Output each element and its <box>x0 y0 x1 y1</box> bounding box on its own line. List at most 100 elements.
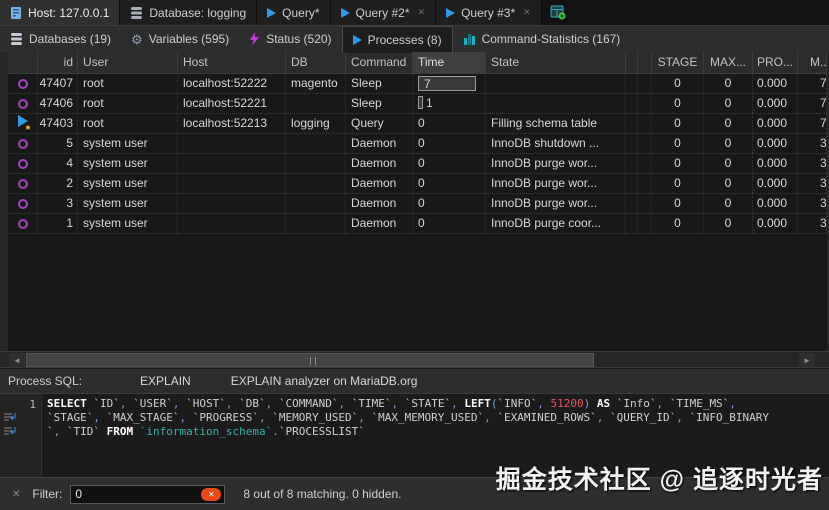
scrollbar-thumb[interactable] <box>26 353 594 367</box>
cell-stage: 0 <box>652 74 704 93</box>
cell-user: system user <box>78 194 178 213</box>
cell-empty-2 <box>638 134 652 153</box>
cell-db <box>286 134 346 153</box>
tab-query-1-label: Query* <box>282 6 319 20</box>
play-icon <box>446 8 455 18</box>
table-row[interactable]: 3system userDaemon0InnoDB purge wor...00… <box>8 194 827 214</box>
cell-progress: 0.000 <box>753 154 798 173</box>
cell-time: 0 <box>413 214 486 233</box>
column-header-max-stage[interactable]: MAX... <box>704 52 753 73</box>
cell-progress: 0.000 <box>753 194 798 213</box>
cell-progress: 0.000 <box>753 94 798 113</box>
cell-user: system user <box>78 134 178 153</box>
cell-id: 47406 <box>38 94 78 113</box>
cell-memory: 3 <box>798 194 827 213</box>
main-tab-bar: Host: 127.0.0.1 Database: logging Query*… <box>0 0 829 25</box>
database-icon <box>130 7 143 19</box>
table-row[interactable]: 47406rootlocalhost:52221Sleep1000.0007 <box>8 94 827 114</box>
cell-host: localhost:52222 <box>178 74 286 93</box>
cell-host <box>178 194 286 213</box>
cell-state: InnoDB purge wor... <box>486 194 626 213</box>
tab-query-1[interactable]: Query* <box>257 0 330 25</box>
editor-code[interactable]: SELECT `ID`, `USER`, `HOST`, `DB`, `COMM… <box>42 394 769 477</box>
tab-command-statistics[interactable]: Command-Statistics (167) <box>453 26 631 53</box>
close-tab-icon[interactable]: ✕ <box>418 7 426 18</box>
scroll-left-arrow-icon[interactable]: ◄ <box>9 353 25 367</box>
table-row[interactable]: 1system userDaemon0InnoDB purge coor...0… <box>8 214 827 234</box>
column-header-time[interactable]: Time <box>413 52 486 73</box>
cell-empty-2 <box>638 74 652 93</box>
column-header-stage[interactable]: STAGE <box>652 52 704 73</box>
grid-header-row: id User Host DB Command Time State STAGE… <box>8 52 827 74</box>
explain-analyzer-link[interactable]: EXPLAIN analyzer on MariaDB.org <box>231 374 418 388</box>
tab-databases[interactable]: Databases (19) <box>0 26 121 53</box>
cell-time: 0 <box>413 134 486 153</box>
column-header-empty-2[interactable] <box>638 52 652 73</box>
horizontal-scrollbar[interactable]: ◄ ► <box>0 351 829 368</box>
filter-clear-button[interactable]: ✕ <box>201 488 221 501</box>
process-type-icon <box>8 214 38 233</box>
cell-max-stage: 0 <box>704 194 753 213</box>
tab-host[interactable]: Host: 127.0.0.1 <box>0 0 120 25</box>
table-row[interactable]: 4system userDaemon0InnoDB purge wor...00… <box>8 154 827 174</box>
cell-command: Daemon <box>346 154 413 173</box>
process-sql-bar: Process SQL: EXPLAIN EXPLAIN analyzer on… <box>0 368 829 393</box>
cell-empty-2 <box>638 154 652 173</box>
tab-processes[interactable]: Processes (8) <box>342 26 453 53</box>
cell-state <box>486 94 626 113</box>
cell-time: 0 <box>413 114 486 133</box>
tab-processes-label: Processes (8) <box>368 33 442 47</box>
new-query-tab-button[interactable] <box>542 0 574 25</box>
cell-progress: 0.000 <box>753 74 798 93</box>
tab-database[interactable]: Database: logging <box>120 0 257 25</box>
cell-user: root <box>78 114 178 133</box>
column-header-memory[interactable]: M... <box>798 52 827 73</box>
table-row[interactable]: 5system userDaemon0InnoDB shutdown ...00… <box>8 134 827 154</box>
tab-status[interactable]: Status (520) <box>239 26 341 53</box>
cell-memory: 3 <box>798 134 827 153</box>
cell-empty-2 <box>638 214 652 233</box>
cell-db: magento <box>286 74 346 93</box>
process-type-icon <box>8 94 38 113</box>
scroll-right-arrow-icon[interactable]: ► <box>799 353 815 367</box>
cell-host <box>178 134 286 153</box>
tab-query-2[interactable]: Query #2* ✕ <box>331 0 437 25</box>
column-header-id[interactable]: id <box>38 52 78 73</box>
cell-time: 7 <box>413 74 486 93</box>
cell-memory: 7 <box>798 94 827 113</box>
column-header-command[interactable]: Command <box>346 52 413 73</box>
column-header-user[interactable]: User <box>78 52 178 73</box>
table-row[interactable]: 2system userDaemon0InnoDB purge wor...00… <box>8 174 827 194</box>
clear-filter-icon[interactable]: ✕ <box>12 489 20 500</box>
tab-variables[interactable]: ⚙ Variables (595) <box>121 26 239 53</box>
table-row[interactable]: 47407rootlocalhost:52222magentoSleep7000… <box>8 74 827 94</box>
cell-state: InnoDB purge coor... <box>486 214 626 233</box>
column-header-empty-1[interactable] <box>626 52 638 73</box>
explain-link[interactable]: EXPLAIN <box>140 374 191 388</box>
bar-chart-icon <box>463 33 476 45</box>
cell-empty-2 <box>638 114 652 133</box>
close-tab-icon[interactable]: ✕ <box>523 7 531 18</box>
cell-db <box>286 94 346 113</box>
table-row[interactable]: ★47403rootlocalhost:52213loggingQuery0Fi… <box>8 114 827 134</box>
cell-time: 0 <box>413 154 486 173</box>
sql-editor[interactable]: 1 SELECT `ID`, `USER`, `HOST`, `DB`, `CO… <box>0 393 829 477</box>
circle-icon <box>18 99 28 109</box>
tab-query-3[interactable]: Query #3* ✕ <box>436 0 542 25</box>
cell-max-stage: 0 <box>704 94 753 113</box>
cell-empty-1 <box>626 174 638 193</box>
cell-id: 1 <box>38 214 78 233</box>
cell-command: Query <box>346 114 413 133</box>
cell-empty-1 <box>626 154 638 173</box>
lightning-icon <box>249 32 260 46</box>
column-header-host[interactable]: Host <box>178 52 286 73</box>
column-header-progress[interactable]: PRO... <box>753 52 798 73</box>
column-header-icon[interactable] <box>8 52 38 73</box>
wrap-marker-icon <box>0 425 41 439</box>
cell-empty-1 <box>626 94 638 113</box>
tab-query-2-label: Query #2* <box>356 6 410 20</box>
column-header-state[interactable]: State <box>486 52 626 73</box>
cell-state: InnoDB purge wor... <box>486 154 626 173</box>
app-window: Host: 127.0.0.1 Database: logging Query*… <box>0 0 829 510</box>
column-header-db[interactable]: DB <box>286 52 346 73</box>
